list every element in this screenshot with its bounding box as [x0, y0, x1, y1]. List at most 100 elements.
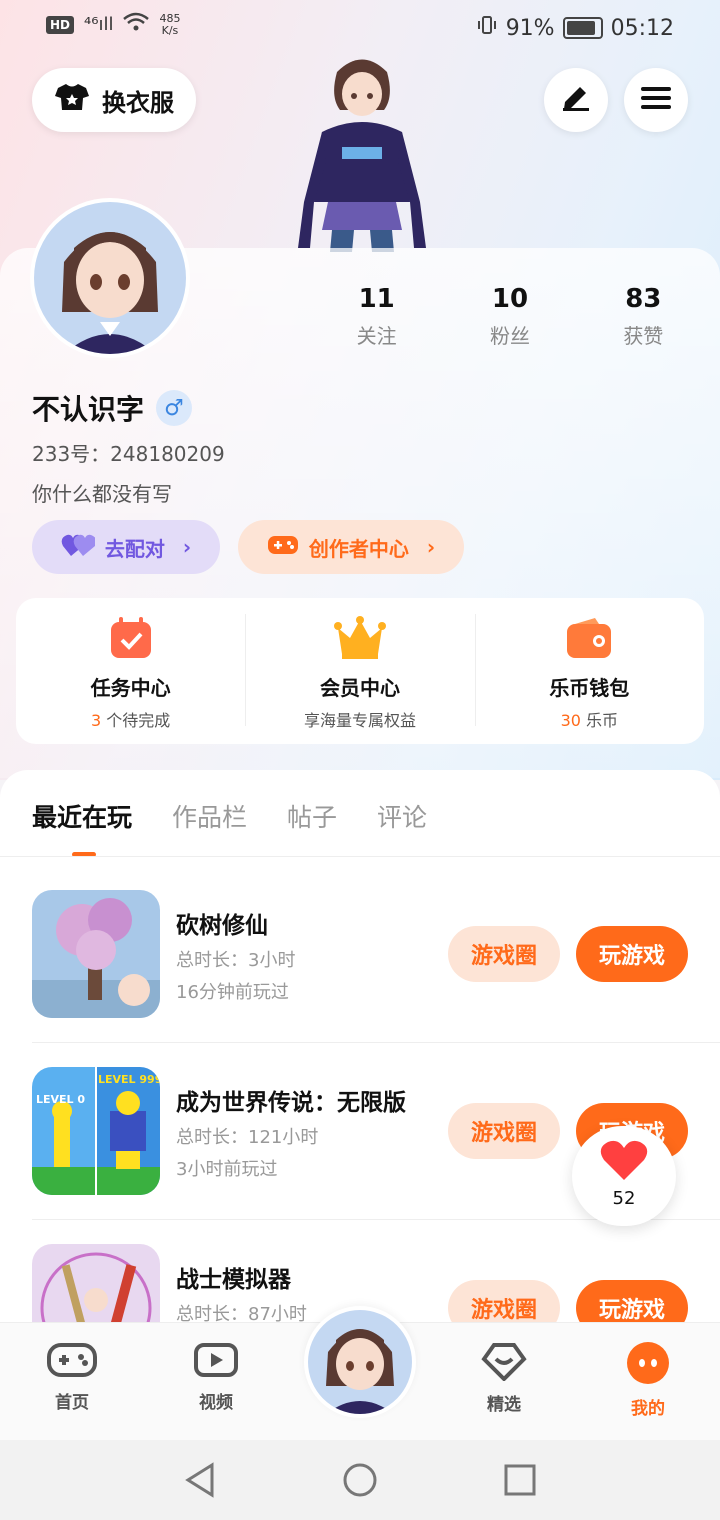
tab-comments[interactable]: 评论	[377, 798, 427, 834]
row-divider	[32, 1042, 720, 1043]
vip-center-title: 会员中心	[319, 676, 400, 700]
tab-divider	[0, 856, 720, 857]
avatar-3d-figure[interactable]	[292, 52, 432, 252]
game-last-played: 3小时前玩过	[176, 1159, 278, 1180]
match-label: 去配对	[104, 536, 165, 561]
pen-icon	[560, 84, 592, 116]
video-icon	[194, 1343, 238, 1384]
game-title: 成为世界传说：无限版	[176, 1090, 406, 1116]
tab-bar: 最近在玩 作品栏 帖子 评论	[32, 798, 427, 834]
stat-followers[interactable]: 10 粉丝	[443, 284, 576, 349]
match-button[interactable]: 去配对 ›	[32, 520, 220, 574]
nav-home[interactable]: 首页	[27, 1341, 117, 1413]
game-title: 战士模拟器	[176, 1267, 291, 1293]
menu-icon	[640, 85, 672, 115]
hd-badge: HD	[46, 15, 75, 34]
heart-box-icon	[480, 1343, 528, 1386]
nav-me-label: 我的	[631, 1399, 665, 1419]
vibrate-icon	[476, 14, 498, 42]
clock: 05:12	[610, 15, 674, 41]
network-speed: 485 K/s	[159, 11, 181, 37]
home-icon[interactable]	[342, 1462, 378, 1502]
calendar-check-icon	[109, 617, 153, 664]
signal-icon: ⁴⁶ıll	[84, 14, 114, 35]
game-last-played: 16分钟前玩过	[176, 982, 289, 1003]
like-count: 52	[612, 1188, 636, 1209]
nav-me[interactable]: 我的	[603, 1341, 693, 1419]
user-id: 233号：248180209	[32, 442, 225, 466]
back-icon[interactable]	[184, 1462, 216, 1502]
quick-access-panel: 任务中心 3 个待完成 会员中心 享海量专属权益 乐币钱包 30 乐币	[16, 598, 704, 744]
male-icon: ♂	[156, 390, 193, 426]
game-title: 砍树修仙	[176, 913, 268, 939]
stat-followers-count: 10	[491, 284, 529, 314]
wallet-icon	[565, 618, 613, 664]
game-thumbnail[interactable]	[32, 1244, 160, 1322]
stat-likes-count: 83	[625, 284, 662, 314]
wifi-icon	[123, 12, 150, 37]
menu-button[interactable]	[624, 68, 688, 132]
game-circle-button[interactable]: 游戏圈	[448, 1103, 560, 1159]
play-game-button[interactable]: 玩游戏	[576, 1280, 688, 1322]
shirt-icon	[54, 82, 90, 118]
wallet-entry[interactable]: 乐币钱包 30 乐币	[474, 598, 704, 744]
stat-followers-label: 粉丝	[489, 324, 530, 348]
floating-like-button[interactable]: 52	[572, 1126, 676, 1226]
system-navigation-bar	[0, 1440, 720, 1520]
wallet-title: 乐币钱包	[549, 676, 630, 700]
tab-recently-played[interactable]: 最近在玩	[32, 798, 132, 834]
speed-unit: K/s	[161, 23, 179, 37]
battery-icon	[562, 17, 603, 39]
stat-following-label: 关注	[356, 324, 397, 348]
game-circle-button[interactable]: 游戏圈	[448, 1280, 560, 1322]
heart-icon	[600, 1140, 648, 1186]
nav-video-label: 视频	[199, 1393, 233, 1413]
user-avatar[interactable]	[30, 198, 190, 358]
thumb-level-0-text: LEVEL 0	[36, 1093, 85, 1106]
chevron-right-icon: ›	[182, 535, 192, 559]
chevron-right-icon: ›	[426, 535, 436, 559]
game-circle-button[interactable]: 游戏圈	[448, 926, 560, 982]
tab-works[interactable]: 作品栏	[172, 798, 247, 834]
nav-featured[interactable]: 精选	[459, 1341, 549, 1415]
hearts-icon	[61, 532, 97, 563]
change-outfit-label: 换衣服	[102, 88, 174, 117]
tab-posts[interactable]: 帖子	[287, 798, 337, 834]
thumb-level-999-text: LEVEL 999	[98, 1073, 160, 1086]
vip-center-entry[interactable]: 会员中心 享海量专属权益	[245, 598, 474, 744]
speed-value: 485	[159, 11, 181, 25]
task-center-sub: 3 个待完成	[91, 711, 171, 730]
game-thumbnail[interactable]: LEVEL 0 LEVEL 999	[32, 1067, 160, 1195]
stat-likes-label: 获赞	[623, 324, 664, 348]
change-outfit-button[interactable]: 换衣服	[32, 68, 196, 132]
face-icon	[626, 1342, 670, 1390]
game-row[interactable]: 砍树修仙 总时长：3小时 16分钟前玩过 游戏圈 玩游戏	[32, 890, 720, 1066]
nav-avatar-button[interactable]	[304, 1306, 416, 1418]
stat-following[interactable]: 11 关注	[310, 284, 443, 349]
user-bio: 你什么都没有写	[32, 482, 172, 506]
gamepad-icon	[267, 533, 299, 562]
battery-percent: 91%	[505, 15, 555, 41]
username-row: 不认识字 ♂	[32, 388, 193, 428]
creator-center-label: 创作者中心	[308, 536, 409, 561]
recents-icon[interactable]	[504, 1464, 536, 1500]
game-duration: 总时长：3小时	[176, 950, 296, 971]
nav-featured-label: 精选	[487, 1395, 521, 1415]
play-game-button[interactable]: 玩游戏	[576, 926, 688, 982]
edit-button[interactable]	[544, 68, 608, 132]
status-bar: HD ⁴⁶ıll 485 K/s 91% 05:12	[0, 0, 720, 58]
stat-likes[interactable]: 83 获赞	[577, 284, 710, 349]
profile-stats: 11 关注 10 粉丝 83 获赞	[310, 284, 710, 349]
wallet-sub: 30 乐币	[560, 711, 619, 730]
vip-center-sub: 享海量专属权益	[303, 711, 416, 730]
creator-center-button[interactable]: 创作者中心 ›	[238, 520, 464, 574]
game-duration: 总时长：87小时	[176, 1304, 307, 1322]
task-center-title: 任务中心	[90, 676, 171, 700]
crown-icon	[333, 616, 386, 664]
nav-video[interactable]: 视频	[171, 1341, 261, 1413]
task-center-entry[interactable]: 任务中心 3 个待完成	[16, 598, 245, 744]
username: 不认识字	[32, 393, 145, 426]
nav-home-label: 首页	[55, 1393, 89, 1413]
game-thumbnail[interactable]	[32, 890, 160, 1018]
stat-following-count: 11	[358, 284, 395, 314]
